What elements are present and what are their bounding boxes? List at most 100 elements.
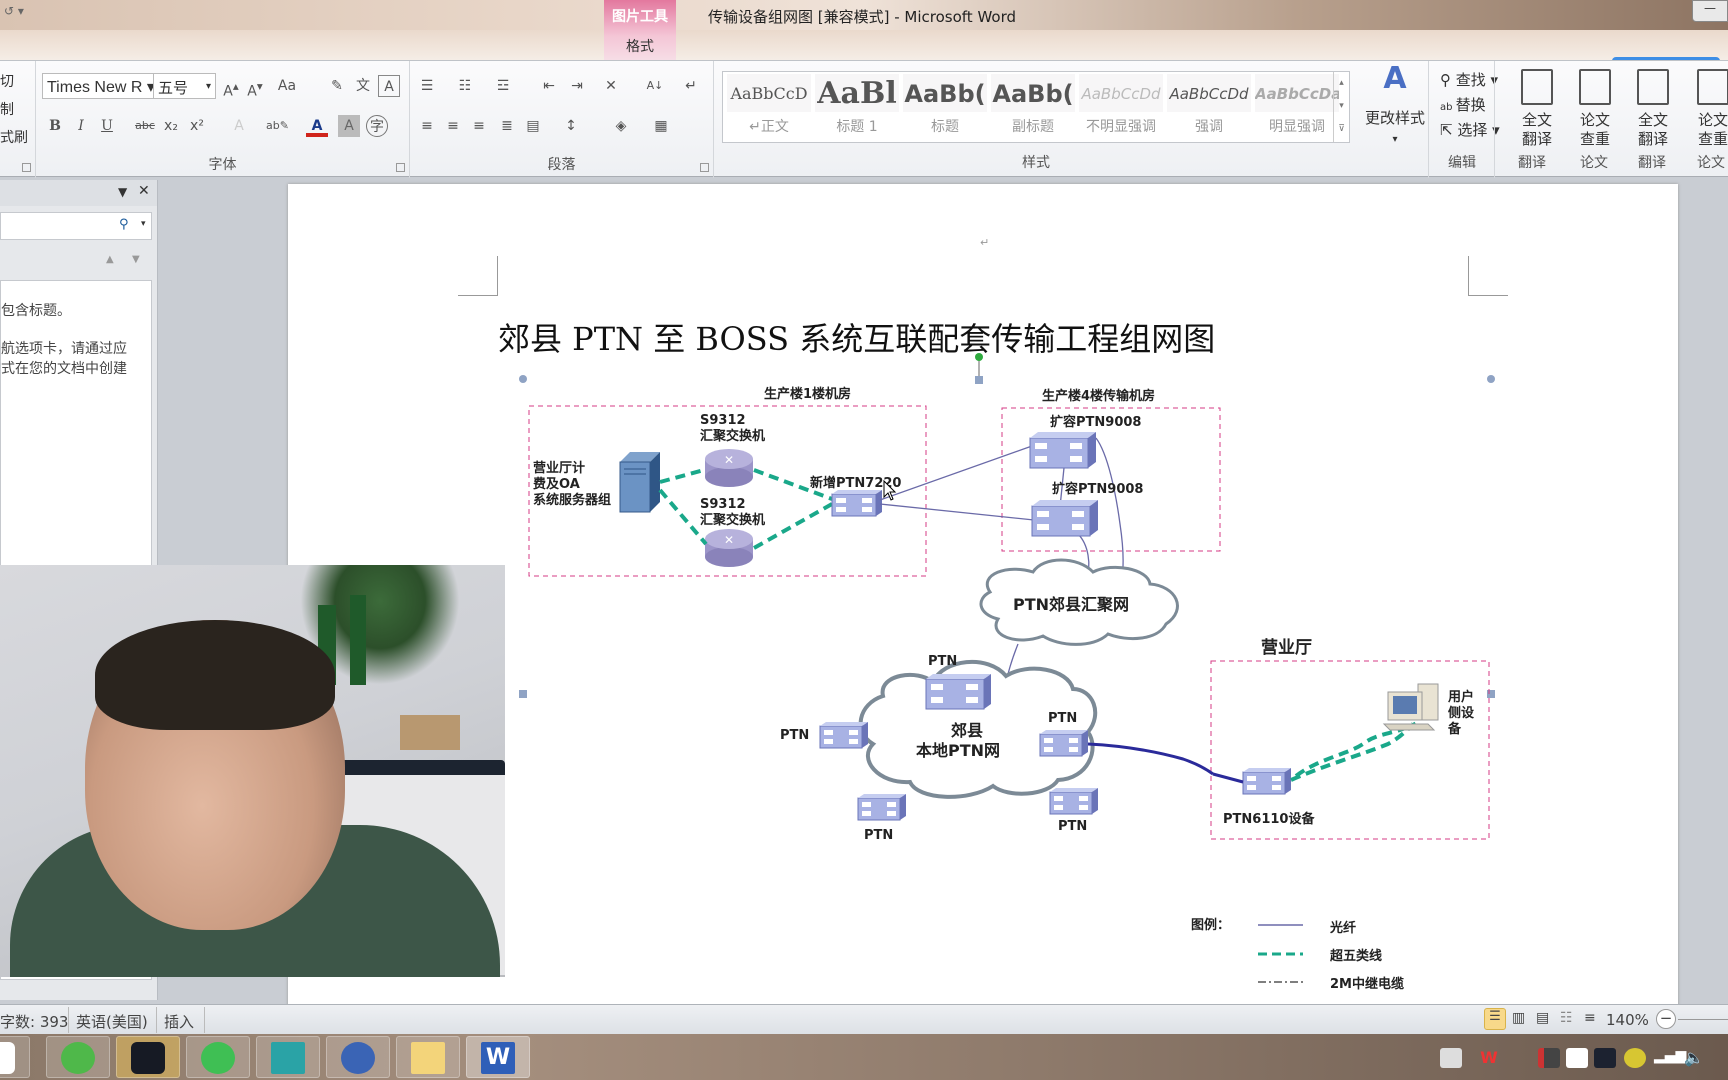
style-subtitle[interactable]: AaBb(副标题 bbox=[991, 74, 1075, 140]
print-layout-view-icon[interactable]: ☰ bbox=[1484, 1008, 1506, 1030]
show-marks-icon[interactable]: ↵ bbox=[680, 75, 702, 97]
zoom-level[interactable]: 140% bbox=[1606, 1011, 1649, 1029]
resize-handle[interactable] bbox=[519, 375, 527, 383]
strikethrough-icon[interactable]: abc bbox=[134, 115, 156, 137]
font-size-select[interactable]: 五号 ▾ bbox=[153, 73, 216, 99]
line-spacing-icon[interactable]: ↕ bbox=[560, 115, 582, 137]
netdisk-tray-icon[interactable] bbox=[1566, 1048, 1588, 1068]
recorder-tray-icon[interactable] bbox=[1594, 1048, 1616, 1068]
resize-handle[interactable] bbox=[1487, 375, 1495, 383]
styles-scroll[interactable]: ▴ ▾ ⊽ bbox=[1333, 72, 1349, 142]
minimize-button[interactable]: — bbox=[1692, 0, 1728, 22]
web-layout-view-icon[interactable]: ▤ bbox=[1536, 1010, 1549, 1026]
paragraph-launcher[interactable] bbox=[700, 163, 709, 172]
signal-icon[interactable]: ▂▄▆ bbox=[1654, 1048, 1686, 1068]
nav-next-icon[interactable]: ▼ bbox=[132, 254, 140, 265]
zoom-slider[interactable] bbox=[1678, 1019, 1728, 1020]
shrink-font-icon[interactable]: A▾ bbox=[244, 75, 266, 100]
subscript-icon[interactable]: x₂ bbox=[160, 115, 182, 137]
resize-handle[interactable] bbox=[975, 376, 983, 384]
taskbar-media[interactable] bbox=[326, 1036, 390, 1078]
numbering-icon[interactable]: ☷ bbox=[454, 75, 476, 97]
enclose-char-icon[interactable]: 字 bbox=[366, 115, 388, 137]
taskbar-cad[interactable] bbox=[256, 1036, 320, 1078]
justify-icon[interactable]: ≣ bbox=[496, 115, 518, 137]
style-normal[interactable]: AaBbCcD ↵正文 bbox=[727, 74, 811, 140]
style-heading1[interactable]: AaBl 标题 1 bbox=[815, 74, 899, 140]
taskbar-word[interactable]: W bbox=[466, 1036, 530, 1078]
style-emphasis[interactable]: AaBbCcDd 强调 bbox=[1167, 74, 1251, 140]
char-border-icon[interactable]: A bbox=[378, 75, 400, 97]
bullets-icon[interactable]: ☰ bbox=[416, 75, 438, 97]
taskbar-explorer[interactable] bbox=[396, 1036, 460, 1078]
nav-close-icon[interactable]: ✕ bbox=[138, 183, 150, 199]
volume-icon[interactable]: 🔈 bbox=[1684, 1048, 1706, 1068]
shading-icon[interactable]: ◈ bbox=[610, 115, 632, 137]
translate-button-2[interactable]: 全文 翻译 bbox=[1626, 69, 1680, 149]
cut-button[interactable]: 切 bbox=[0, 71, 14, 91]
style-intense-emphasis[interactable]: AaBbCcDa 明显强调 bbox=[1255, 74, 1339, 140]
char-shading-icon[interactable]: A bbox=[338, 115, 360, 137]
select-button[interactable]: ⇱ 选择 ▾ bbox=[1440, 119, 1500, 140]
taskbar-browser[interactable] bbox=[46, 1036, 110, 1078]
plagiarism-check-button-2[interactable]: 论文 查重 bbox=[1686, 69, 1728, 149]
taskbar-recorder[interactable] bbox=[116, 1036, 180, 1078]
find-button[interactable]: ⚲ 查找 ▾ bbox=[1440, 69, 1498, 90]
phonetic-guide-icon[interactable]: 文 bbox=[352, 75, 374, 97]
decrease-indent-icon[interactable]: ⇤ bbox=[538, 75, 560, 97]
copy-button[interactable]: 制 bbox=[0, 99, 14, 119]
word-count[interactable]: 字数: 393 bbox=[0, 1011, 68, 1032]
font-launcher[interactable] bbox=[396, 163, 405, 172]
italic-icon[interactable]: I bbox=[70, 115, 92, 137]
rotate-handle[interactable] bbox=[975, 353, 983, 361]
font-name-select[interactable]: Times New R ▾ bbox=[42, 73, 154, 99]
multilevel-list-icon[interactable]: ☲ bbox=[492, 75, 514, 97]
change-styles-button[interactable]: A 更改样式 ▾ bbox=[1360, 64, 1430, 149]
grow-font-icon[interactable]: A▴ bbox=[220, 75, 242, 100]
taskbar-wechat[interactable] bbox=[186, 1036, 250, 1078]
underline-icon[interactable]: U bbox=[96, 115, 118, 137]
superscript-icon[interactable]: x² bbox=[186, 115, 208, 137]
outline-view-icon[interactable]: ☷ bbox=[1560, 1010, 1573, 1026]
clipboard-launcher[interactable] bbox=[22, 163, 31, 172]
style-title[interactable]: AaBb(标题 bbox=[903, 74, 987, 140]
translate-button-1[interactable]: 全文 翻译 bbox=[1510, 69, 1564, 149]
increase-indent-icon[interactable]: ⇥ bbox=[566, 75, 588, 97]
zoom-out-button[interactable]: − bbox=[1656, 1009, 1676, 1029]
nav-prev-icon[interactable]: ▲ bbox=[106, 254, 114, 265]
format-painter-button[interactable]: 式刷 bbox=[0, 127, 28, 147]
style-subtle-emphasis[interactable]: AaBbCcDd 不明显强调 bbox=[1079, 74, 1163, 140]
sort-icon[interactable]: A↓ bbox=[644, 75, 666, 97]
clear-format-icon[interactable]: ✎ bbox=[326, 75, 348, 97]
nav-search-input[interactable]: ⚲ ▾ bbox=[0, 212, 152, 240]
change-case-icon[interactable]: Aa bbox=[276, 75, 298, 97]
plagiarism-check-button-1[interactable]: 论文 查重 bbox=[1568, 69, 1622, 149]
font-color-icon[interactable]: A bbox=[306, 115, 328, 137]
chinese-layout-icon[interactable]: ✕ bbox=[600, 75, 622, 97]
tab-format[interactable]: 格式 bbox=[604, 36, 676, 56]
draft-view-icon[interactable]: ≡ bbox=[1584, 1010, 1596, 1026]
borders-icon[interactable]: ▦ bbox=[650, 115, 672, 137]
security-tray-icon[interactable] bbox=[1624, 1048, 1646, 1068]
align-right-icon[interactable]: ≡ bbox=[468, 115, 490, 137]
align-left-icon[interactable]: ≡ bbox=[416, 115, 438, 137]
align-center-icon[interactable]: ≡ bbox=[442, 115, 464, 137]
highlight-icon[interactable]: ab✎ bbox=[266, 115, 289, 137]
text-effects-icon[interactable]: A bbox=[228, 115, 250, 137]
language-indicator[interactable]: 英语(美国) bbox=[76, 1011, 148, 1032]
search-icon[interactable]: ⚲ bbox=[119, 217, 129, 232]
keyboard-icon[interactable] bbox=[1440, 1048, 1462, 1068]
distribute-icon[interactable]: ▤ bbox=[522, 115, 544, 137]
resize-handle[interactable] bbox=[1487, 690, 1495, 698]
insert-mode[interactable]: 插入 bbox=[164, 1011, 194, 1032]
wps-icon[interactable]: W bbox=[1478, 1048, 1500, 1068]
battery-icon[interactable] bbox=[1538, 1048, 1560, 1068]
replace-button[interactable]: ab 替换 bbox=[1440, 94, 1486, 115]
quick-access-toolbar[interactable]: ↺ ▾ bbox=[4, 4, 24, 18]
resize-handle[interactable] bbox=[519, 690, 527, 698]
reading-view-icon[interactable]: ▥ bbox=[1512, 1010, 1525, 1026]
bold-icon[interactable]: B bbox=[44, 115, 66, 137]
nav-menu-icon[interactable]: ▼ bbox=[118, 185, 127, 199]
search-options-icon[interactable]: ▾ bbox=[141, 219, 146, 229]
taskbar-baidu-netdisk[interactable] bbox=[0, 1036, 30, 1078]
